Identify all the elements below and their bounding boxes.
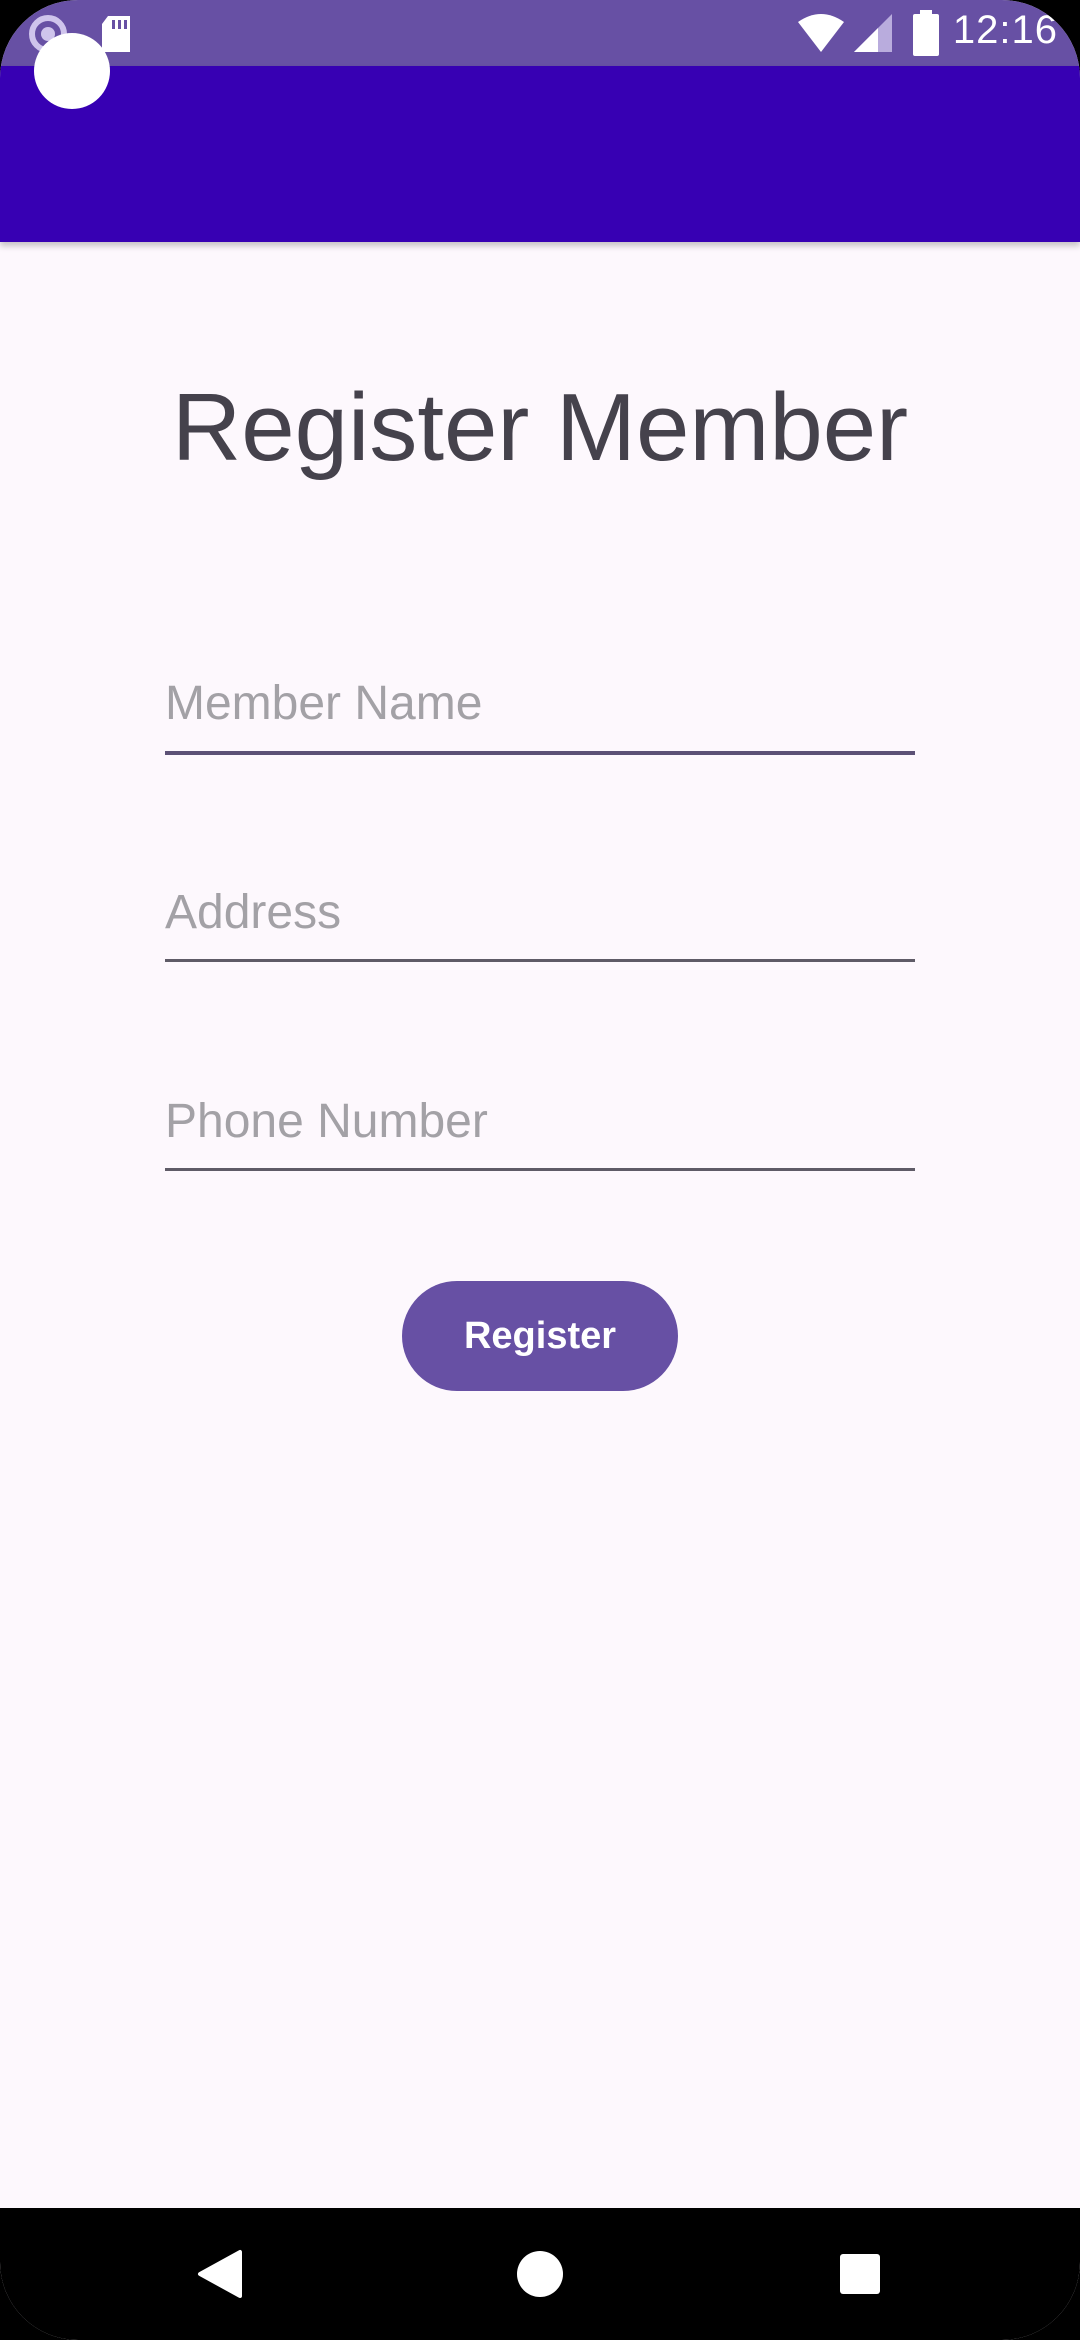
recents-icon <box>840 2254 880 2294</box>
signal-icon <box>854 14 892 52</box>
back-icon <box>198 2250 242 2298</box>
battery-icon <box>913 10 939 56</box>
status-time: 12:16 <box>952 8 1058 52</box>
member-name-underline <box>165 751 915 755</box>
address-field[interactable] <box>165 877 915 947</box>
member-name-field[interactable] <box>165 668 915 738</box>
nav-home-button[interactable] <box>470 2208 610 2340</box>
address-underline <box>165 959 915 962</box>
home-icon <box>517 2251 563 2297</box>
phone-number-field[interactable] <box>165 1086 915 1156</box>
wifi-icon <box>798 14 844 52</box>
page-title: Register Member <box>171 374 909 481</box>
sd-card-icon <box>102 16 130 52</box>
nav-back-button[interactable] <box>150 2208 290 2340</box>
app-bar <box>0 66 1080 242</box>
address-input[interactable] <box>165 877 915 947</box>
nav-recents-button[interactable] <box>790 2208 930 2340</box>
register-button[interactable]: Register <box>402 1281 678 1391</box>
member-name-input[interactable] <box>165 668 915 738</box>
navigation-bar <box>0 2208 1080 2340</box>
app-screen: 12:16 Register Member Register <box>0 0 1080 2340</box>
phone-number-input[interactable] <box>165 1086 915 1156</box>
phone-number-underline <box>165 1168 915 1171</box>
status-bar: 12:16 <box>0 0 1080 66</box>
floating-bubble-icon[interactable] <box>34 33 110 109</box>
